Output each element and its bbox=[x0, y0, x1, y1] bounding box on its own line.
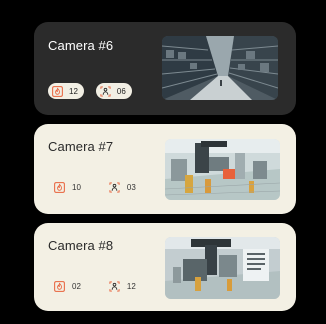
camera-list-screen: Camera #6 12 06 Camera #7 10 03 Camera #… bbox=[0, 0, 326, 324]
camera-card-6[interactable]: Camera #6 12 06 bbox=[34, 22, 296, 115]
camera-title: Camera #7 bbox=[48, 139, 114, 154]
person-detect-icon bbox=[100, 85, 111, 97]
person-detect-icon bbox=[109, 182, 120, 193]
person-count: 12 bbox=[126, 282, 136, 291]
camera-title: Camera #6 bbox=[48, 38, 114, 53]
camera-stats: 12 06 bbox=[48, 83, 132, 99]
camera-title: Camera #8 bbox=[48, 238, 114, 253]
person-count-chip: 03 bbox=[103, 182, 136, 193]
person-count-chip: 06 bbox=[95, 83, 132, 99]
camera-stats: 02 12 bbox=[48, 281, 136, 292]
fire-alert-icon bbox=[52, 85, 63, 97]
alert-count-chip: 10 bbox=[48, 182, 81, 193]
alert-count: 12 bbox=[69, 86, 78, 96]
camera-card-7[interactable]: Camera #7 10 03 bbox=[34, 124, 296, 214]
person-count-chip: 12 bbox=[103, 281, 136, 292]
factory-machine-image bbox=[165, 237, 280, 299]
fire-alert-icon bbox=[54, 182, 65, 193]
factory-floor-image bbox=[165, 139, 280, 200]
person-detect-icon bbox=[109, 281, 120, 292]
fire-alert-icon bbox=[54, 281, 65, 292]
alert-count: 02 bbox=[72, 282, 81, 291]
person-count: 06 bbox=[116, 86, 126, 96]
person-count: 03 bbox=[126, 183, 136, 192]
camera-thumbnail[interactable] bbox=[162, 36, 278, 100]
alert-count-chip: 02 bbox=[48, 281, 81, 292]
alert-count-chip: 12 bbox=[48, 83, 84, 99]
camera-card-8[interactable]: Camera #8 02 12 bbox=[34, 223, 296, 311]
camera-thumbnail[interactable] bbox=[165, 237, 280, 299]
warehouse-shelves-image bbox=[162, 36, 278, 100]
camera-stats: 10 03 bbox=[48, 182, 136, 193]
alert-count: 10 bbox=[72, 183, 81, 192]
camera-thumbnail[interactable] bbox=[165, 139, 280, 200]
